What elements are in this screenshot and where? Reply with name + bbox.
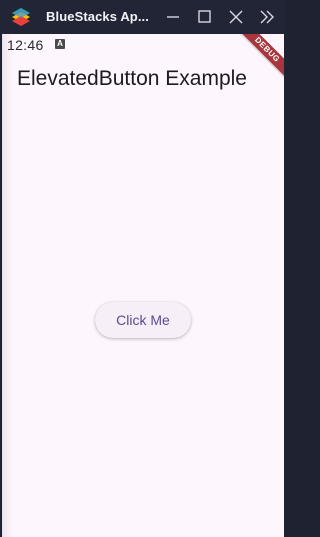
maximize-icon [198, 10, 211, 23]
screen-edge-shadow [3, 34, 13, 537]
minimize-button[interactable] [163, 7, 183, 27]
window-titlebar: BlueStacks Ap... [0, 0, 285, 34]
click-me-button[interactable]: Click Me [95, 302, 191, 338]
bluestacks-logo-icon [12, 8, 30, 26]
sidebar-toggle-button[interactable] [257, 7, 277, 27]
app-screen: 12:46 A DEBUG ElevatedButton Example Cli… [2, 34, 284, 537]
minimize-icon [167, 16, 179, 18]
page-title: ElevatedButton Example [17, 67, 247, 90]
android-status-bar: 12:46 A [3, 34, 284, 56]
status-time: 12:46 [7, 37, 44, 53]
window-title: BlueStacks Ap... [46, 9, 149, 24]
emulator-window: BlueStacks Ap... 12:46 A DEBUG ElevatedB… [0, 0, 285, 537]
close-button[interactable] [226, 7, 246, 27]
close-icon [229, 10, 243, 24]
double-chevron-right-icon [260, 10, 274, 24]
maximize-button[interactable] [194, 7, 214, 27]
notification-a-icon: A [55, 39, 65, 49]
